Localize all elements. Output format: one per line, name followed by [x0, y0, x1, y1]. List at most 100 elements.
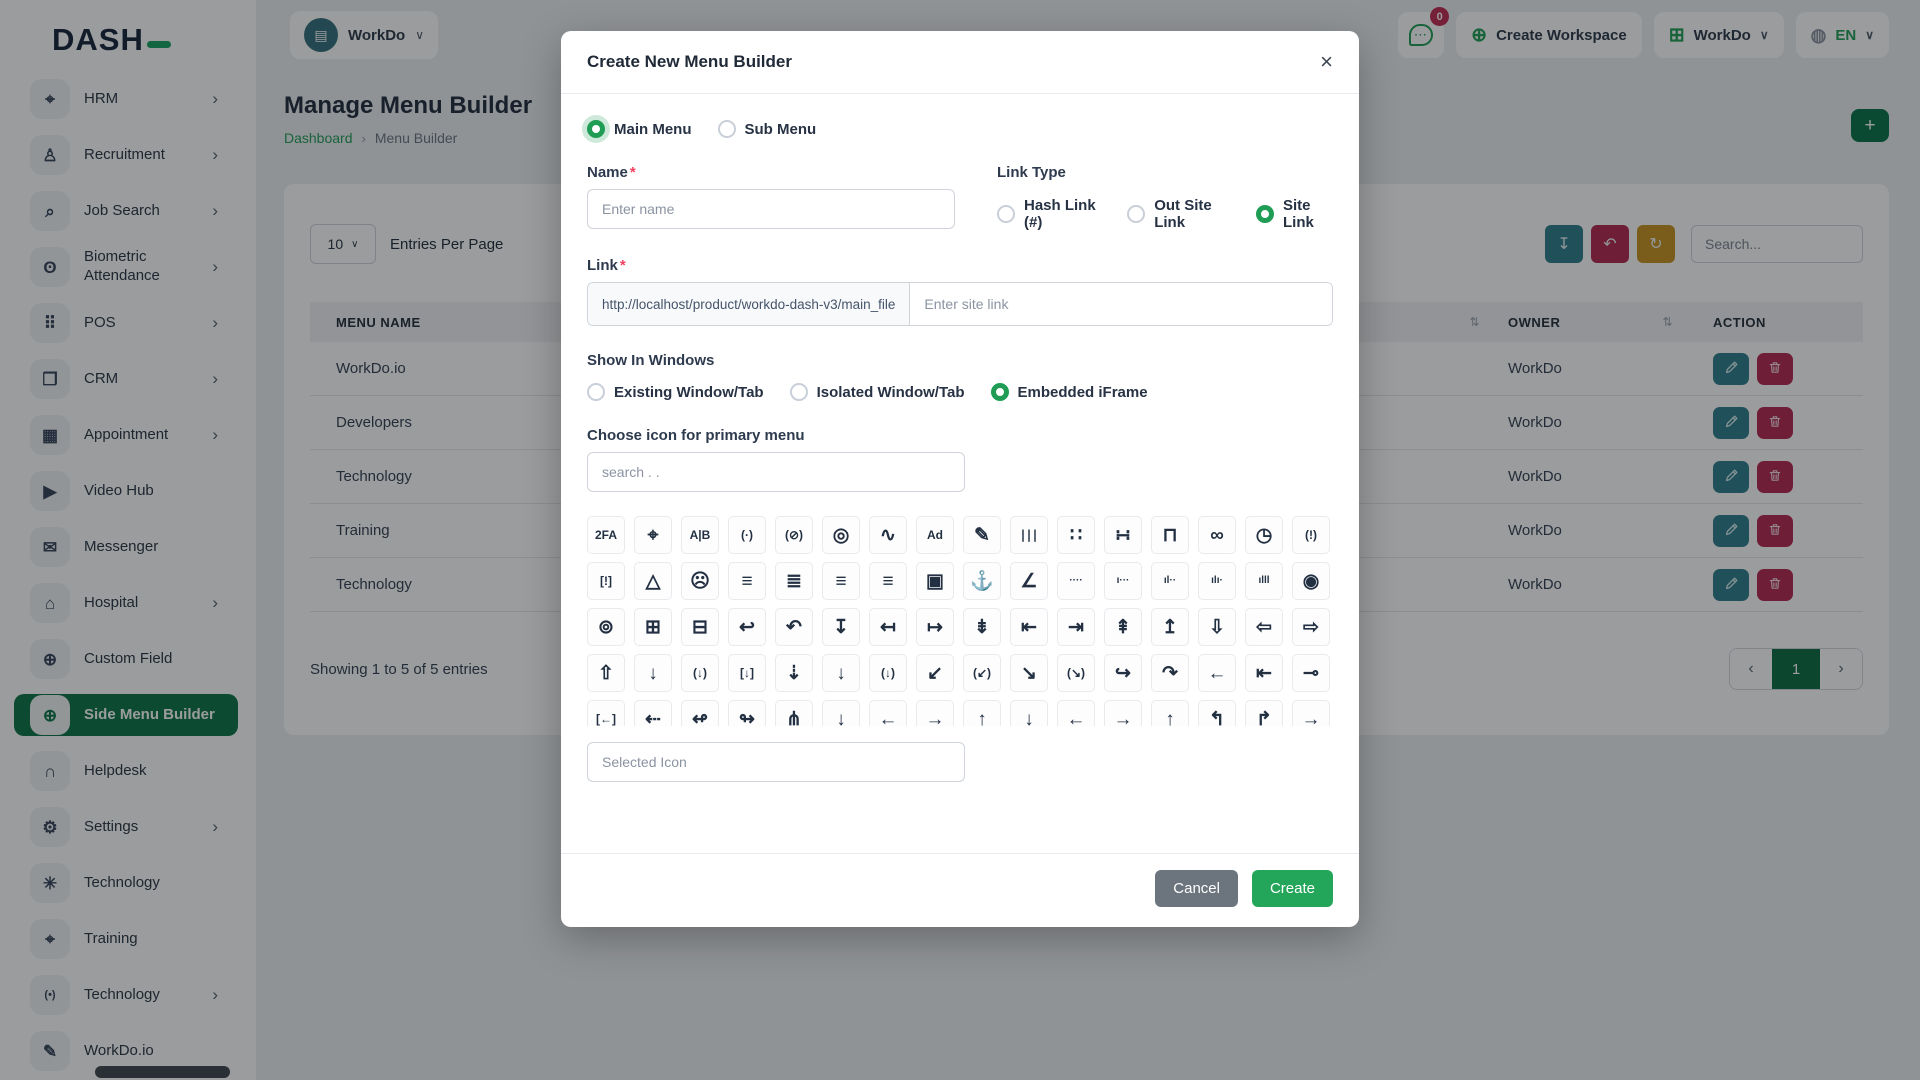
icon-arrow-bar-left[interactable]: ↤ — [869, 608, 907, 646]
icon-arrow-bar-up[interactable]: ↥ — [1151, 608, 1189, 646]
icon-arrow-back[interactable]: ↩ — [728, 608, 766, 646]
icon-activity[interactable]: ∿ — [869, 516, 907, 554]
icon-arrow-bottom-circle[interactable]: (↓) — [681, 654, 719, 692]
icon-arrow-down-left-circle[interactable]: (↙) — [963, 654, 1001, 692]
icon-arrow-big-left[interactable]: ⇦ — [1245, 608, 1283, 646]
icon-alert-octagon[interactable]: [!] — [587, 562, 625, 600]
icon-alarm[interactable]: ◷ — [1245, 516, 1283, 554]
icon-arrow-bottom-bar[interactable]: ↓ — [634, 654, 672, 692]
radio-isolated-window-tab[interactable]: Isolated Window/Tab — [790, 383, 965, 401]
menu-name-input[interactable] — [587, 189, 955, 229]
icon-arrow-right[interactable]: → — [1292, 700, 1330, 726]
icon-ad[interactable]: Ad — [916, 516, 954, 554]
icon-adjustments[interactable]: ∣∣∣ — [1010, 516, 1048, 554]
icon-arrow-move-right[interactable]: → — [916, 700, 954, 726]
icon-arrow-ramp-right[interactable]: ↱ — [1245, 700, 1283, 726]
icon-align-left[interactable]: ≡ — [822, 562, 860, 600]
icon-antenna-bars-5[interactable]: ılll — [1245, 562, 1283, 600]
icon-antenna-bars-4[interactable]: ılı· — [1198, 562, 1236, 600]
icon-aperture[interactable]: ◉ — [1292, 562, 1330, 600]
icon-antenna-bars-1[interactable]: ···· — [1057, 562, 1095, 600]
icon-accessible[interactable]: ◎ — [822, 516, 860, 554]
icon-arrow-ramp-left[interactable]: ↰ — [1198, 700, 1236, 726]
icon-alert-circle[interactable]: (!) — [1292, 516, 1330, 554]
icon-arrow-narrow-down[interactable]: ↓ — [1010, 700, 1048, 726]
icon-ambulance[interactable]: ▣ — [916, 562, 954, 600]
icon-arrow-bar-to-up[interactable]: ⇞ — [1104, 608, 1142, 646]
radio-hash-link[interactable]: Hash Link (#) — [997, 197, 1101, 231]
icon-affiliate[interactable]: ∞ — [1198, 516, 1236, 554]
icon-arrow-move-left[interactable]: ← — [869, 700, 907, 726]
icon-arrow-big-right[interactable]: ⇨ — [1292, 608, 1330, 646]
icon-arrow-back-up[interactable]: ↶ — [775, 608, 813, 646]
radio-embedded-iframe[interactable]: Embedded iFrame — [991, 383, 1148, 401]
icon-arrow-narrow-right[interactable]: → — [1104, 700, 1142, 726]
icon-apple[interactable]: ⊚ — [587, 608, 625, 646]
icon-apps[interactable]: ⊞ — [634, 608, 672, 646]
icon-arrow-big-up[interactable]: ⇧ — [587, 654, 625, 692]
icon-archive[interactable]: ⊟ — [681, 608, 719, 646]
icon-search-input[interactable] — [587, 452, 965, 492]
icon-2fa[interactable]: 2FA — [587, 516, 625, 554]
icon-align-right[interactable]: ≡ — [869, 562, 907, 600]
icon-arrow-left-tail[interactable]: ⇠ — [634, 700, 672, 726]
icon-arrow-bar-to-left[interactable]: ⇤ — [1010, 608, 1048, 646]
icon-anchor[interactable]: ⚓ — [963, 562, 1001, 600]
icon-arrow-down-right[interactable]: ↘ — [1010, 654, 1048, 692]
icon-align-justified[interactable]: ≣ — [775, 562, 813, 600]
radio-circle-icon — [1127, 205, 1145, 223]
icon-arrow-bar-down[interactable]: ↧ — [822, 608, 860, 646]
icon-arrow-left[interactable]: ← — [1198, 654, 1236, 692]
selected-icon-input[interactable] — [587, 742, 965, 782]
link-type-label: Link Type — [997, 164, 1333, 181]
icon-alert-triangle[interactable]: △ — [634, 562, 672, 600]
icon-access-point[interactable]: (·) — [728, 516, 766, 554]
icon-arrow-down-right-circle[interactable]: (↘) — [1057, 654, 1095, 692]
radio-site-link[interactable]: Site Link — [1256, 197, 1333, 231]
icon-antenna-bars-3[interactable]: ıl·· — [1151, 562, 1189, 600]
icon-ad-2[interactable]: ✎ — [963, 516, 1001, 554]
icon-arrow-forward[interactable]: ↪ — [1104, 654, 1142, 692]
icon-adjustments-horizontal[interactable]: ∺ — [1104, 516, 1142, 554]
radio-main-menu[interactable]: Main Menu — [587, 120, 692, 138]
cancel-button[interactable]: Cancel — [1155, 870, 1238, 907]
icon-angle[interactable]: ∠ — [1010, 562, 1048, 600]
icon-arrow-narrow-left[interactable]: ← — [1057, 700, 1095, 726]
radio-circle-icon — [997, 205, 1015, 223]
icon-antenna-bars-2[interactable]: ı··· — [1104, 562, 1142, 600]
icon-arrow-bottom-square[interactable]: [↓] — [728, 654, 766, 692]
icon-arrow-bar-to-right[interactable]: ⇥ — [1057, 608, 1095, 646]
icon-arrow-big-down[interactable]: ⇩ — [1198, 608, 1236, 646]
icon-arrow-loop-right[interactable]: ↬ — [728, 700, 766, 726]
icon-arrow-merge[interactable]: ⋔ — [775, 700, 813, 726]
icon-arrow-bar-to-down[interactable]: ⇟ — [963, 608, 1001, 646]
icon-arrow-narrow-up[interactable]: ↑ — [1151, 700, 1189, 726]
icon-alien[interactable]: ☹ — [681, 562, 719, 600]
radio-sub-menu[interactable]: Sub Menu — [718, 120, 817, 138]
icon-arrow-left-circle[interactable]: ⊸ — [1292, 654, 1330, 692]
icon-a-b[interactable]: A|B — [681, 516, 719, 554]
radio-existing-window-tab[interactable]: Existing Window/Tab — [587, 383, 764, 401]
icon-arrow-loop-left[interactable]: ↫ — [681, 700, 719, 726]
icon-arrow-bottom-tail[interactable]: ⇣ — [775, 654, 813, 692]
icon-arrow-forward-up[interactable]: ↷ — [1151, 654, 1189, 692]
site-link-input[interactable] — [910, 283, 1332, 325]
show-in-radios: Existing Window/Tab Isolated Window/Tab … — [587, 383, 1333, 401]
radio-out-site-link[interactable]: Out Site Link — [1127, 197, 1230, 231]
icon-access-point-off[interactable]: (⊘) — [775, 516, 813, 554]
icon-aerial-lift[interactable]: ⊓ — [1151, 516, 1189, 554]
icon-arrow-move-down[interactable]: ↓ — [822, 700, 860, 726]
close-button[interactable]: × — [1320, 51, 1333, 73]
icon-arrow-down-left[interactable]: ↙ — [916, 654, 954, 692]
icon-arrow-bar-right[interactable]: ↦ — [916, 608, 954, 646]
icon-arrow-left-bar[interactable]: ⇤ — [1245, 654, 1283, 692]
radio-circle-icon — [718, 120, 736, 138]
icon-focus-auto[interactable]: ⌖ — [634, 516, 672, 554]
icon-adjustments-alt[interactable]: ∷ — [1057, 516, 1095, 554]
icon-align-center[interactable]: ≡ — [728, 562, 766, 600]
icon-arrow-move-up[interactable]: ↑ — [963, 700, 1001, 726]
icon-arrow-down[interactable]: ↓ — [822, 654, 860, 692]
create-button[interactable]: Create — [1252, 870, 1333, 907]
icon-arrow-left-square[interactable]: [←] — [587, 700, 625, 726]
icon-arrow-down-circle[interactable]: (↓) — [869, 654, 907, 692]
